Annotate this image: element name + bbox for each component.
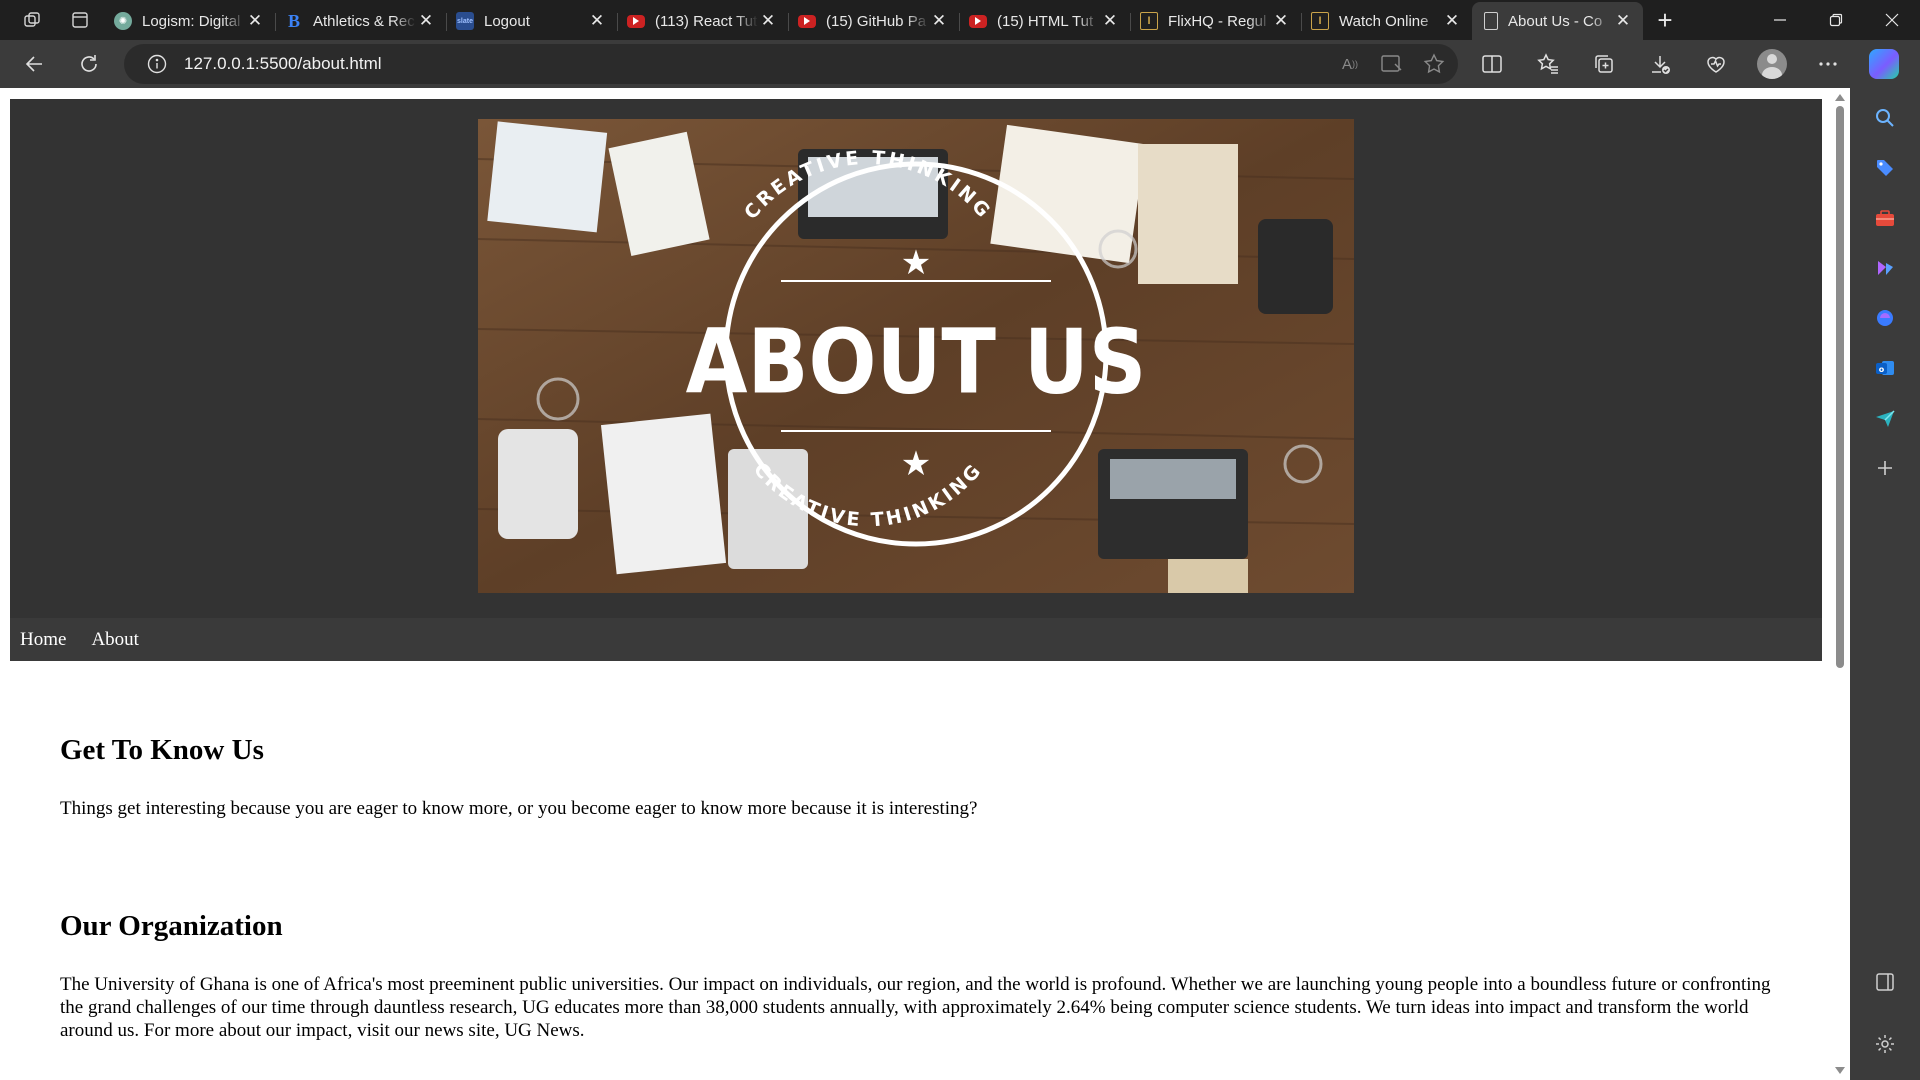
tab-github-pages[interactable]: (15) GitHub Pa ✕ <box>788 4 959 38</box>
flixhq-icon: I <box>1311 12 1329 30</box>
section-text-our-organization: The University of Ghana is one of Africa… <box>60 974 1771 1041</box>
svg-text:o: o <box>1879 365 1885 374</box>
settings-and-more-icon[interactable] <box>1806 46 1849 82</box>
tab-html-tutorial[interactable]: (15) HTML Tut ✕ <box>959 4 1130 38</box>
site-nav: Home About <box>10 618 1822 661</box>
back-button[interactable] <box>14 46 56 82</box>
url-text[interactable]: 127.0.0.1:5500/about.html <box>184 54 382 74</box>
copilot-icon[interactable] <box>1862 46 1905 82</box>
tab-strip: ✺ Logism: Digital ✕ B Athletics & Rec ✕ … <box>0 0 1920 40</box>
tools-icon[interactable] <box>1865 198 1905 238</box>
tab-title: (15) GitHub Pa <box>826 12 927 30</box>
close-icon[interactable]: ✕ <box>1613 11 1633 31</box>
close-window-button[interactable] <box>1864 0 1920 40</box>
youtube-icon <box>798 14 816 28</box>
tab-title: Logism: Digital <box>142 12 241 30</box>
section-heading-get-to-know-us: Get To Know Us <box>60 734 264 766</box>
hero-banner: CREATIVE THINKING CREATIVE THINKING ★ ★ … <box>10 99 1822 619</box>
avatar[interactable] <box>1756 49 1787 79</box>
refresh-button[interactable] <box>68 46 110 82</box>
workspaces-icon[interactable] <box>14 4 50 36</box>
document-icon <box>1484 12 1498 30</box>
nav-link-home[interactable]: Home <box>20 629 66 651</box>
section-heading-our-organization: Our Organization <box>60 910 283 942</box>
add-sidebar-app-icon[interactable] <box>1865 448 1905 488</box>
badge-star-top: ★ <box>901 244 931 282</box>
read-aloud-icon[interactable]: A)) <box>1338 52 1362 76</box>
favorite-star-icon[interactable] <box>1422 52 1446 76</box>
collections-icon[interactable] <box>1582 46 1625 82</box>
chatgpt-icon: ✺ <box>114 12 132 30</box>
favorites-icon[interactable] <box>1526 46 1569 82</box>
downloads-icon[interactable] <box>1638 46 1681 82</box>
minimize-button[interactable] <box>1752 0 1808 40</box>
tab-title: (113) React Tut <box>655 12 758 30</box>
section-text-get-to-know-us: Things get interesting because you are e… <box>60 798 978 819</box>
close-icon[interactable]: ✕ <box>1442 11 1462 31</box>
sidebar-bottom <box>1865 962 1905 1074</box>
scrollbar-thumb[interactable] <box>1836 106 1844 668</box>
close-icon[interactable]: ✕ <box>245 11 265 31</box>
badge-title: ABOUT US <box>686 310 1147 414</box>
tab-athletics[interactable]: B Athletics & Rec ✕ <box>275 4 446 38</box>
address-bar[interactable]: 127.0.0.1:5500/about.html A)) <box>124 44 1458 84</box>
tab-title: Logout <box>484 12 530 30</box>
tab-logout[interactable]: slate Logout ✕ <box>446 4 617 38</box>
tab-title: FlixHQ - Regul <box>1168 12 1267 30</box>
flixhq-icon: I <box>1140 12 1158 30</box>
browser-toolbar: 127.0.0.1:5500/about.html A)) <box>0 40 1920 88</box>
search-icon[interactable] <box>1865 98 1905 138</box>
bootstrap-b-icon: B <box>287 10 300 31</box>
scroll-down-arrow[interactable] <box>1835 1067 1845 1074</box>
window-controls <box>1752 0 1920 40</box>
tab-actions-icon[interactable] <box>62 4 98 36</box>
games-icon[interactable] <box>1865 248 1905 288</box>
edge-sidebar: o <box>1850 88 1920 1080</box>
slate-icon: slate <box>456 12 474 30</box>
tab-title: Athletics & Rec <box>313 12 415 30</box>
close-icon[interactable]: ✕ <box>929 11 949 31</box>
gear-icon[interactable] <box>1865 1024 1905 1064</box>
page-scrollbar[interactable] <box>1830 88 1850 1080</box>
scroll-up-arrow[interactable] <box>1835 94 1845 101</box>
tab-logisim[interactable]: ✺ Logism: Digital ✕ <box>104 4 275 38</box>
tab-list: ✺ Logism: Digital ✕ B Athletics & Rec ✕ … <box>104 0 1643 40</box>
new-tab-button[interactable]: + <box>1647 4 1683 36</box>
copilot-sidebar-icon[interactable] <box>1865 298 1905 338</box>
site-info-icon[interactable] <box>146 53 168 75</box>
youtube-icon <box>969 14 987 28</box>
tab-title: About Us - Co <box>1508 12 1603 30</box>
browser-essentials-icon[interactable] <box>1694 46 1737 82</box>
immersive-reader-icon[interactable] <box>1380 52 1404 76</box>
close-icon[interactable]: ✕ <box>1100 11 1120 31</box>
tab-title: Watch Online <box>1339 12 1429 30</box>
tab-flixhq[interactable]: I FlixHQ - Regul ✕ <box>1130 4 1301 38</box>
outlook-icon[interactable]: o <box>1865 348 1905 388</box>
hide-sidebar-icon[interactable] <box>1865 962 1905 1002</box>
tab-watch-online[interactable]: I Watch Online ✕ <box>1301 4 1472 38</box>
profile-avatar[interactable] <box>1750 46 1793 82</box>
close-icon[interactable]: ✕ <box>758 11 778 31</box>
nav-link-about[interactable]: About <box>91 629 139 651</box>
about-us-hero-image: CREATIVE THINKING CREATIVE THINKING ★ ★ … <box>478 119 1354 593</box>
page-viewport: CREATIVE THINKING CREATIVE THINKING ★ ★ … <box>0 88 1850 1080</box>
split-screen-icon[interactable] <box>1470 46 1513 82</box>
badge-star-bottom: ★ <box>901 445 931 483</box>
toolbar-actions <box>1470 40 1905 88</box>
close-icon[interactable]: ✕ <box>587 11 607 31</box>
youtube-icon <box>627 14 645 28</box>
restore-button[interactable] <box>1808 0 1864 40</box>
tab-about-us[interactable]: About Us - Co ✕ <box>1472 2 1643 40</box>
send-drop-icon[interactable] <box>1865 398 1905 438</box>
shopping-tag-icon[interactable] <box>1865 148 1905 188</box>
close-icon[interactable]: ✕ <box>416 11 436 31</box>
hero-illustration: CREATIVE THINKING CREATIVE THINKING ★ ★ … <box>478 119 1354 593</box>
tab-react-tutorial[interactable]: (113) React Tut ✕ <box>617 4 788 38</box>
tab-title: (15) HTML Tut <box>997 12 1094 30</box>
close-icon[interactable]: ✕ <box>1271 11 1291 31</box>
